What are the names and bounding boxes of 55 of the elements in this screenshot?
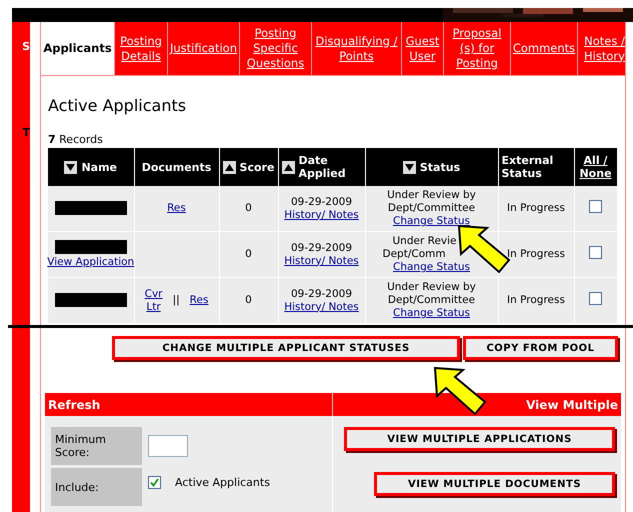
change-status-link[interactable]: Change Status	[393, 261, 470, 273]
date-applied: 09-29-2009	[290, 196, 352, 208]
external-status: In Progress	[507, 202, 565, 214]
sidebar-text: T	[22, 126, 30, 140]
score: 0	[245, 294, 252, 306]
tab[interactable]: Disqualifying / Points	[312, 22, 402, 75]
status-text: Under Review by Dept/Committee	[387, 281, 476, 306]
action-button[interactable]: COPY FROM POOL	[463, 336, 618, 360]
tab[interactable]: Comments	[511, 22, 578, 75]
separator: ||	[172, 294, 180, 307]
external-status: In Progress	[507, 294, 565, 306]
score: 0	[245, 202, 252, 214]
change-status-link[interactable]: Change Status	[393, 307, 470, 319]
field-label: Include:	[51, 468, 142, 506]
record-count: 7 Records	[48, 133, 104, 146]
minimum-score-field[interactable]	[148, 435, 188, 457]
check-icon	[150, 478, 159, 487]
pointer-arrow-icon	[433, 366, 487, 416]
section-header: View Multiple	[332, 393, 621, 416]
sidebar-text: S	[22, 40, 30, 54]
section-header: Refresh	[45, 393, 332, 416]
history-notes-link[interactable]: History/ Notes	[284, 300, 359, 312]
checkbox[interactable]	[589, 200, 602, 213]
external-status: In Progress	[507, 248, 565, 260]
field-label: Minimum Score:	[51, 427, 142, 465]
status-text: Under Review by Dept/Committee	[387, 189, 476, 214]
column-header[interactable]: Status	[420, 160, 460, 174]
column-header[interactable]: Name	[81, 160, 118, 174]
date-applied: 09-29-2009	[290, 288, 352, 300]
document-link[interactable]: Res	[167, 202, 186, 214]
checkbox[interactable]	[589, 246, 602, 259]
view-multiple-button[interactable]: VIEW MULTIPLE APPLICATIONS	[344, 427, 615, 451]
history-notes-link[interactable]: History/ Notes	[284, 208, 359, 220]
status-text: Under Revie	[392, 235, 458, 248]
status-text: Dept/Comm	[382, 248, 447, 261]
score: 0	[245, 248, 252, 260]
view-multiple-button[interactable]: VIEW MULTIPLE DOCUMENTS	[374, 472, 615, 496]
history-notes-link[interactable]: History/ Notes	[284, 254, 359, 266]
change-status-link[interactable]: Change Status	[393, 215, 470, 227]
sort-up-icon[interactable]	[282, 160, 294, 174]
checkbox[interactable]	[148, 476, 161, 489]
column-header: External Status	[502, 154, 554, 180]
document-link[interactable]: Cvr Ltr	[144, 288, 163, 314]
sort-up-icon[interactable]	[222, 160, 236, 174]
tab[interactable]: Applicants	[41, 22, 115, 75]
tab[interactable]: Justification	[168, 22, 240, 75]
sort-down-icon[interactable]	[402, 160, 416, 174]
checkbox-label: Active Applicants	[175, 476, 270, 489]
date-applied: 09-29-2009	[290, 242, 352, 254]
document-link[interactable]: Res	[190, 294, 208, 307]
sort-down-icon[interactable]	[64, 160, 78, 174]
action-button[interactable]: CHANGE MULTIPLE APPLICANT STATUSES	[112, 336, 460, 360]
checkbox[interactable]	[589, 292, 602, 305]
page-heading: Active Applicants	[48, 96, 188, 115]
column-header: Documents	[142, 160, 212, 174]
